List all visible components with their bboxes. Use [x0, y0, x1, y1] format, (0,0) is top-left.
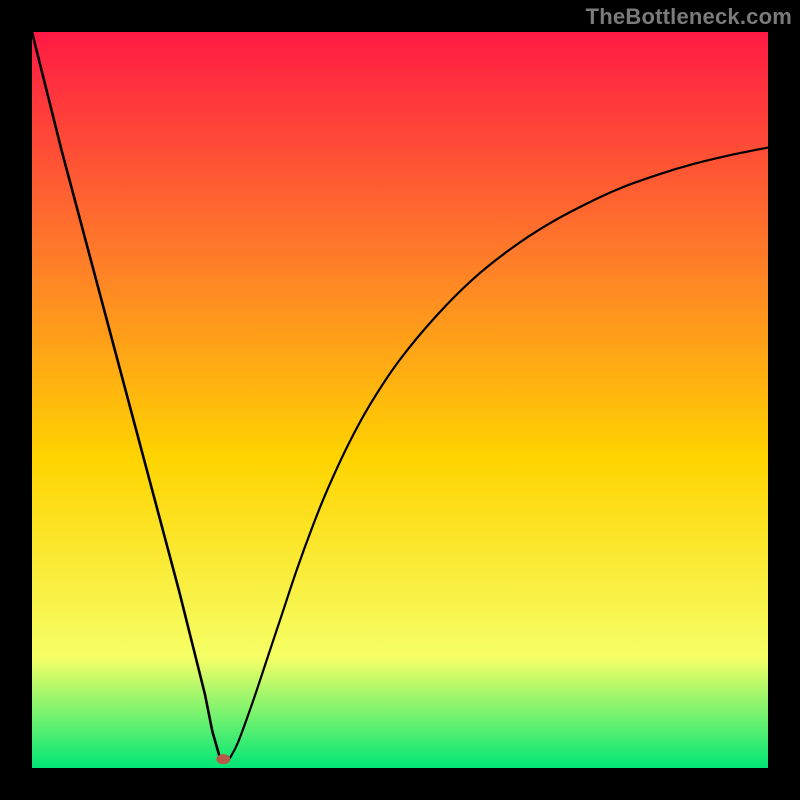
plot-area: [32, 32, 768, 768]
watermark-text: TheBottleneck.com: [586, 4, 792, 30]
gradient-background: [32, 32, 768, 768]
bottleneck-marker: [216, 754, 230, 764]
chart-svg: [32, 32, 768, 768]
chart-container: TheBottleneck.com: [0, 0, 800, 800]
